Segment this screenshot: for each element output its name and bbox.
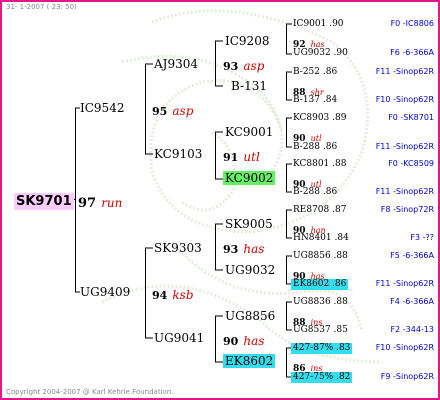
gen2-year-colony: 93 asp bbox=[223, 57, 264, 73]
gen4-bottom[interactable]: UG8537 .85 bbox=[293, 326, 348, 335]
gen2-colony: utl bbox=[243, 150, 260, 164]
root-colony: run bbox=[101, 196, 123, 210]
gen4-info: F0 -KC8509 bbox=[388, 159, 434, 168]
gen4-info: F8 -Sinop72R bbox=[380, 205, 434, 214]
gen1-year: 95 bbox=[152, 105, 168, 118]
gen4-top[interactable]: B-252 .86 bbox=[293, 68, 337, 77]
gen2-year: 93 bbox=[223, 243, 239, 256]
gen4-top[interactable]: KC8801 .88 bbox=[293, 160, 346, 169]
gen4-top[interactable]: RE8708 .87 bbox=[293, 206, 346, 215]
gen4-top-highlighted[interactable]: 427-87% .83 bbox=[291, 343, 353, 354]
gen4-info: F2 -344-13 bbox=[390, 325, 434, 334]
gen1-node-ug9409[interactable]: UG9409 bbox=[80, 286, 130, 298]
gen2-year-colony: 90 has bbox=[223, 332, 264, 348]
gen4-top[interactable]: KC8903 .89 bbox=[293, 114, 346, 123]
gen4-bottom[interactable]: B-288 .86 bbox=[293, 188, 337, 197]
root-node[interactable]: SK9701 bbox=[14, 192, 74, 210]
gen2-node-ug9041[interactable]: UG9041 bbox=[154, 332, 204, 344]
gen4-info: F11 -Sinop62R bbox=[375, 142, 434, 151]
gen3-node[interactable]: B-131 bbox=[231, 80, 267, 92]
gen3-node[interactable]: IC9208 bbox=[225, 35, 269, 47]
gen4-info: F5 -6-366A bbox=[390, 251, 434, 260]
gen1-colony: asp bbox=[172, 104, 194, 118]
gen2-year-colony: 91 utl bbox=[223, 148, 260, 164]
gen4-bottom[interactable]: HN8401 .84 bbox=[293, 234, 349, 243]
gen3-node[interactable]: UG9032 bbox=[225, 264, 275, 276]
gen4-info: F10 -Sinop62R bbox=[375, 95, 434, 104]
gen4-top[interactable]: IC9001 .90 bbox=[293, 20, 344, 29]
gen4-info: F0 -IC8806 bbox=[390, 19, 434, 28]
gen3-node[interactable]: KC9001 bbox=[225, 126, 273, 138]
gen4-bottom-highlighted[interactable]: 427-75% .82 bbox=[291, 372, 353, 383]
gen4-top[interactable]: UG8836 .88 bbox=[293, 298, 348, 307]
gen4-bottom[interactable]: B-288 .86 bbox=[293, 143, 337, 152]
pedigree-chart: { "header": { "date_text": "31- 1-2007 (… bbox=[0, 0, 440, 400]
root-year: 97 bbox=[78, 196, 97, 211]
gen1-year-colony: 95 asp bbox=[152, 102, 193, 118]
gen3-node[interactable]: UG8856 bbox=[225, 310, 275, 322]
gen2-year-colony: 93 has bbox=[223, 240, 264, 256]
root-year-colony: 97 run bbox=[78, 194, 122, 210]
gen2-colony: asp bbox=[243, 59, 265, 73]
gen2-year: 91 bbox=[223, 151, 239, 164]
gen3-node-highlighted[interactable]: KC9002 bbox=[223, 171, 276, 185]
gen4-info: F9 -Sinop62R bbox=[380, 372, 434, 381]
gen4-bottom-highlighted[interactable]: EK8602 .86 bbox=[291, 279, 349, 290]
gen1-year-colony: 94 ksb bbox=[152, 286, 194, 302]
gen2-year: 93 bbox=[223, 60, 239, 73]
gen3-node[interactable]: SK9005 bbox=[225, 218, 273, 230]
gen4-info: F11 -Sinop62R bbox=[375, 67, 434, 76]
gen2-node-kc9103[interactable]: KC9103 bbox=[154, 148, 202, 160]
gen4-info: F11 -Sinop62R bbox=[375, 279, 434, 288]
gen1-year: 94 bbox=[152, 289, 168, 302]
gen4-info: F3 -?? bbox=[410, 233, 434, 242]
gen4-info: F11 -Sinop62R bbox=[375, 187, 434, 196]
gen2-year: 90 bbox=[223, 335, 239, 348]
gen4-info: F6 -6-366A bbox=[390, 48, 434, 57]
gen4-info: F4 -6-366A bbox=[390, 297, 434, 306]
copyright: Copyright 2004-2007 @ Karl Kehrle Founda… bbox=[6, 388, 174, 396]
gen2-colony: has bbox=[243, 242, 265, 256]
gen2-colony: has bbox=[243, 334, 265, 348]
gen4-bottom[interactable]: UG9032 .90 bbox=[293, 49, 348, 58]
gen3-node-highlighted[interactable]: EK8602 bbox=[223, 354, 276, 368]
gen4-info: F10 -Sinop62R bbox=[375, 343, 434, 352]
root-id: SK9701 bbox=[14, 193, 74, 210]
print-date: 31- 1-2007 ( 23: 50) bbox=[6, 3, 77, 11]
gen2-node-aj9304[interactable]: AJ9304 bbox=[154, 58, 198, 70]
gen1-colony: ksb bbox=[172, 288, 194, 302]
gen4-top[interactable]: UG8856 .88 bbox=[293, 252, 348, 261]
gen2-node-sk9303[interactable]: SK9303 bbox=[154, 242, 202, 254]
gen1-node-ic9542[interactable]: IC9542 bbox=[80, 102, 124, 114]
gen4-bottom[interactable]: B-137 .84 bbox=[293, 96, 337, 105]
gen4-info: F0 -SK8701 bbox=[388, 113, 434, 122]
